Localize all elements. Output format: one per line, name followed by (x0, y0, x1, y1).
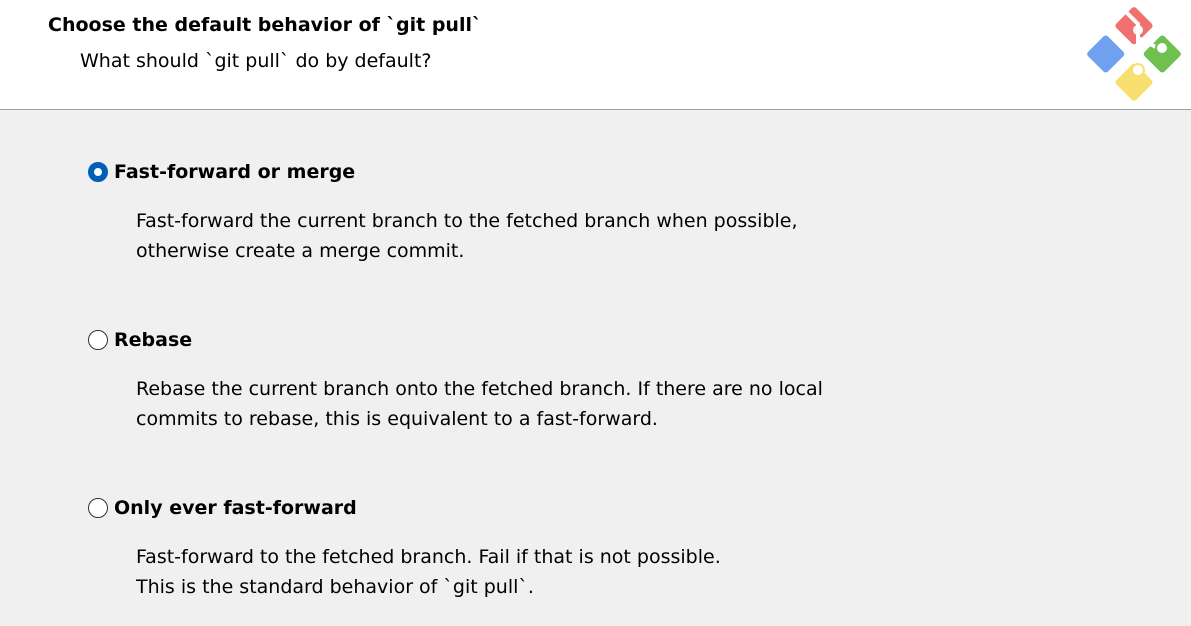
git-logo-icon (1087, 6, 1181, 101)
radio-button-selected[interactable] (88, 162, 108, 182)
option-description: Rebase the current branch onto the fetch… (136, 374, 823, 434)
option-description-line: otherwise create a merge commit. (136, 240, 465, 262)
option-description-line: Rebase the current branch onto the fetch… (136, 378, 823, 400)
option-description-line: Fast-forward the current branch to the f… (136, 210, 798, 232)
option-description-line: commits to rebase, this is equivalent to… (136, 408, 658, 430)
radio-rebase[interactable]: Rebase (88, 328, 988, 352)
page-subtitle: What should `git pull` do by default? (80, 50, 432, 72)
option-description: Fast-forward to the fetched branch. Fail… (136, 542, 721, 602)
radio-button[interactable] (88, 330, 108, 350)
wizard-header: Choose the default behavior of `git pull… (0, 0, 1191, 110)
option-label[interactable]: Only ever fast-forward (114, 497, 357, 519)
option-rebase: Rebase Rebase the current branch onto th… (88, 328, 988, 430)
option-description: Fast-forward the current branch to the f… (136, 206, 798, 266)
option-description-line: Fast-forward to the fetched branch. Fail… (136, 546, 721, 568)
radio-button[interactable] (88, 498, 108, 518)
option-only-fast-forward: Only ever fast-forward Fast-forward to t… (88, 496, 988, 598)
radio-fast-forward-or-merge[interactable]: Fast-forward or merge (88, 160, 988, 184)
option-label[interactable]: Rebase (114, 329, 192, 351)
option-description-line: This is the standard behavior of `git pu… (136, 576, 534, 598)
option-fast-forward-or-merge: Fast-forward or merge Fast-forward the c… (88, 160, 988, 262)
page-title: Choose the default behavior of `git pull… (48, 14, 482, 36)
radio-only-fast-forward[interactable]: Only ever fast-forward (88, 496, 988, 520)
option-label[interactable]: Fast-forward or merge (114, 161, 355, 183)
